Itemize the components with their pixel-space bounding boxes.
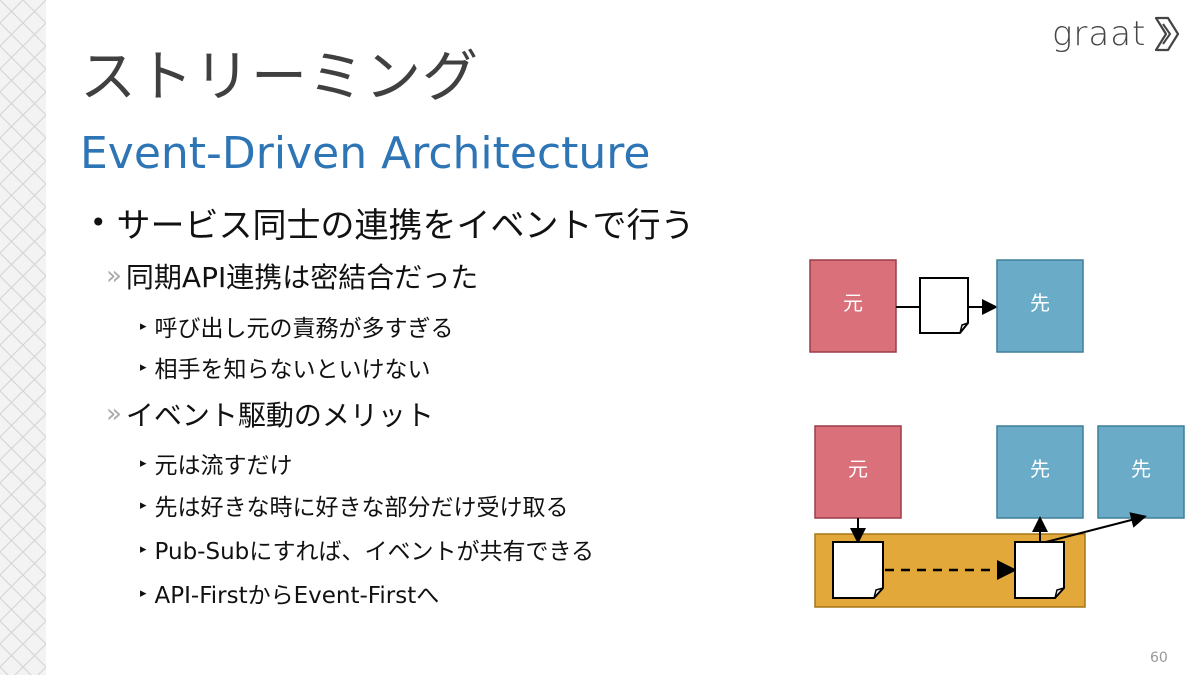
bullet-main: • サービス同士の連携をイベントで行う — [90, 198, 695, 247]
triangle-bullet-icon: ▸ — [140, 541, 147, 557]
list-item-text: 先は好きな時に好きな部分だけ受け取る — [154, 495, 569, 521]
sync-diagram: 元 先 — [809, 259, 1084, 353]
triangle-bullet-icon: ▸ — [140, 585, 147, 601]
triangle-bullet-icon: ▸ — [140, 455, 147, 471]
logo-text: graat — [1052, 14, 1147, 54]
bullet-main-text: サービス同士の連携をイベントで行う — [116, 206, 695, 246]
graat-logo: graat — [1052, 12, 1182, 56]
list-item-text: Pub-Subにすれば、イベントが共有できる — [154, 539, 595, 565]
logo-chevron-icon — [1155, 16, 1180, 52]
list-item: ▸ Pub-Subにすれば、イベントが共有できる — [140, 532, 594, 566]
triangle-bullet-icon: ▸ — [140, 497, 147, 513]
source-box-label: 元 — [848, 457, 868, 481]
triangle-bullet-icon: ▸ — [140, 318, 147, 334]
section-mark: » — [106, 261, 122, 291]
section-sync-api: » 同期API連携は密結合だった — [106, 256, 478, 296]
slide-title: ストリーミング — [80, 45, 479, 110]
page-number: 60 — [1150, 650, 1168, 666]
slide-subtitle: Event-Driven Architecture — [80, 128, 651, 179]
bullet-mark: • — [90, 206, 107, 239]
document-icon — [1014, 541, 1065, 599]
list-item: ▸ API-FirstからEvent-Firstへ — [140, 576, 439, 610]
target-box-label: 先 — [1030, 291, 1050, 315]
triangle-bullet-icon: ▸ — [140, 359, 147, 375]
list-item: ▸ 先は好きな時に好きな部分だけ受け取る — [140, 488, 569, 522]
target-box — [1097, 425, 1185, 519]
document-icon — [919, 277, 969, 334]
source-box-label: 元 — [843, 291, 863, 315]
section-text: イベント駆動のメリット — [125, 399, 434, 432]
source-box — [814, 425, 902, 519]
list-item: ▸ 元は流すだけ — [140, 446, 293, 480]
list-item-text: API-FirstからEvent-Firstへ — [154, 583, 440, 609]
event-broker — [814, 533, 1086, 608]
list-item: ▸ 相手を知らないといけない — [140, 350, 431, 384]
document-icon — [832, 541, 884, 599]
target-box-label: 先 — [1131, 457, 1151, 481]
list-item-text: 相手を知らないといけない — [154, 357, 431, 383]
target-box-label: 先 — [1030, 457, 1050, 481]
list-item-text: 元は流すだけ — [154, 453, 293, 479]
arrow — [1045, 512, 1147, 543]
event-driven-diagram: 元 先 先 — [814, 425, 1185, 608]
list-item: ▸ 呼び出し元の責務が多すぎる — [140, 309, 454, 343]
section-mark: » — [106, 399, 122, 429]
section-event-driven: » イベント駆動のメリット — [106, 394, 434, 434]
lattice-pattern — [0, 0, 46, 675]
target-box — [996, 425, 1084, 519]
section-text: 同期API連携は密結合だった — [125, 261, 479, 294]
decorative-pattern-strip — [0, 0, 46, 675]
source-box — [809, 259, 897, 353]
list-item-text: 呼び出し元の責務が多すぎる — [154, 316, 454, 342]
target-box — [996, 259, 1084, 353]
